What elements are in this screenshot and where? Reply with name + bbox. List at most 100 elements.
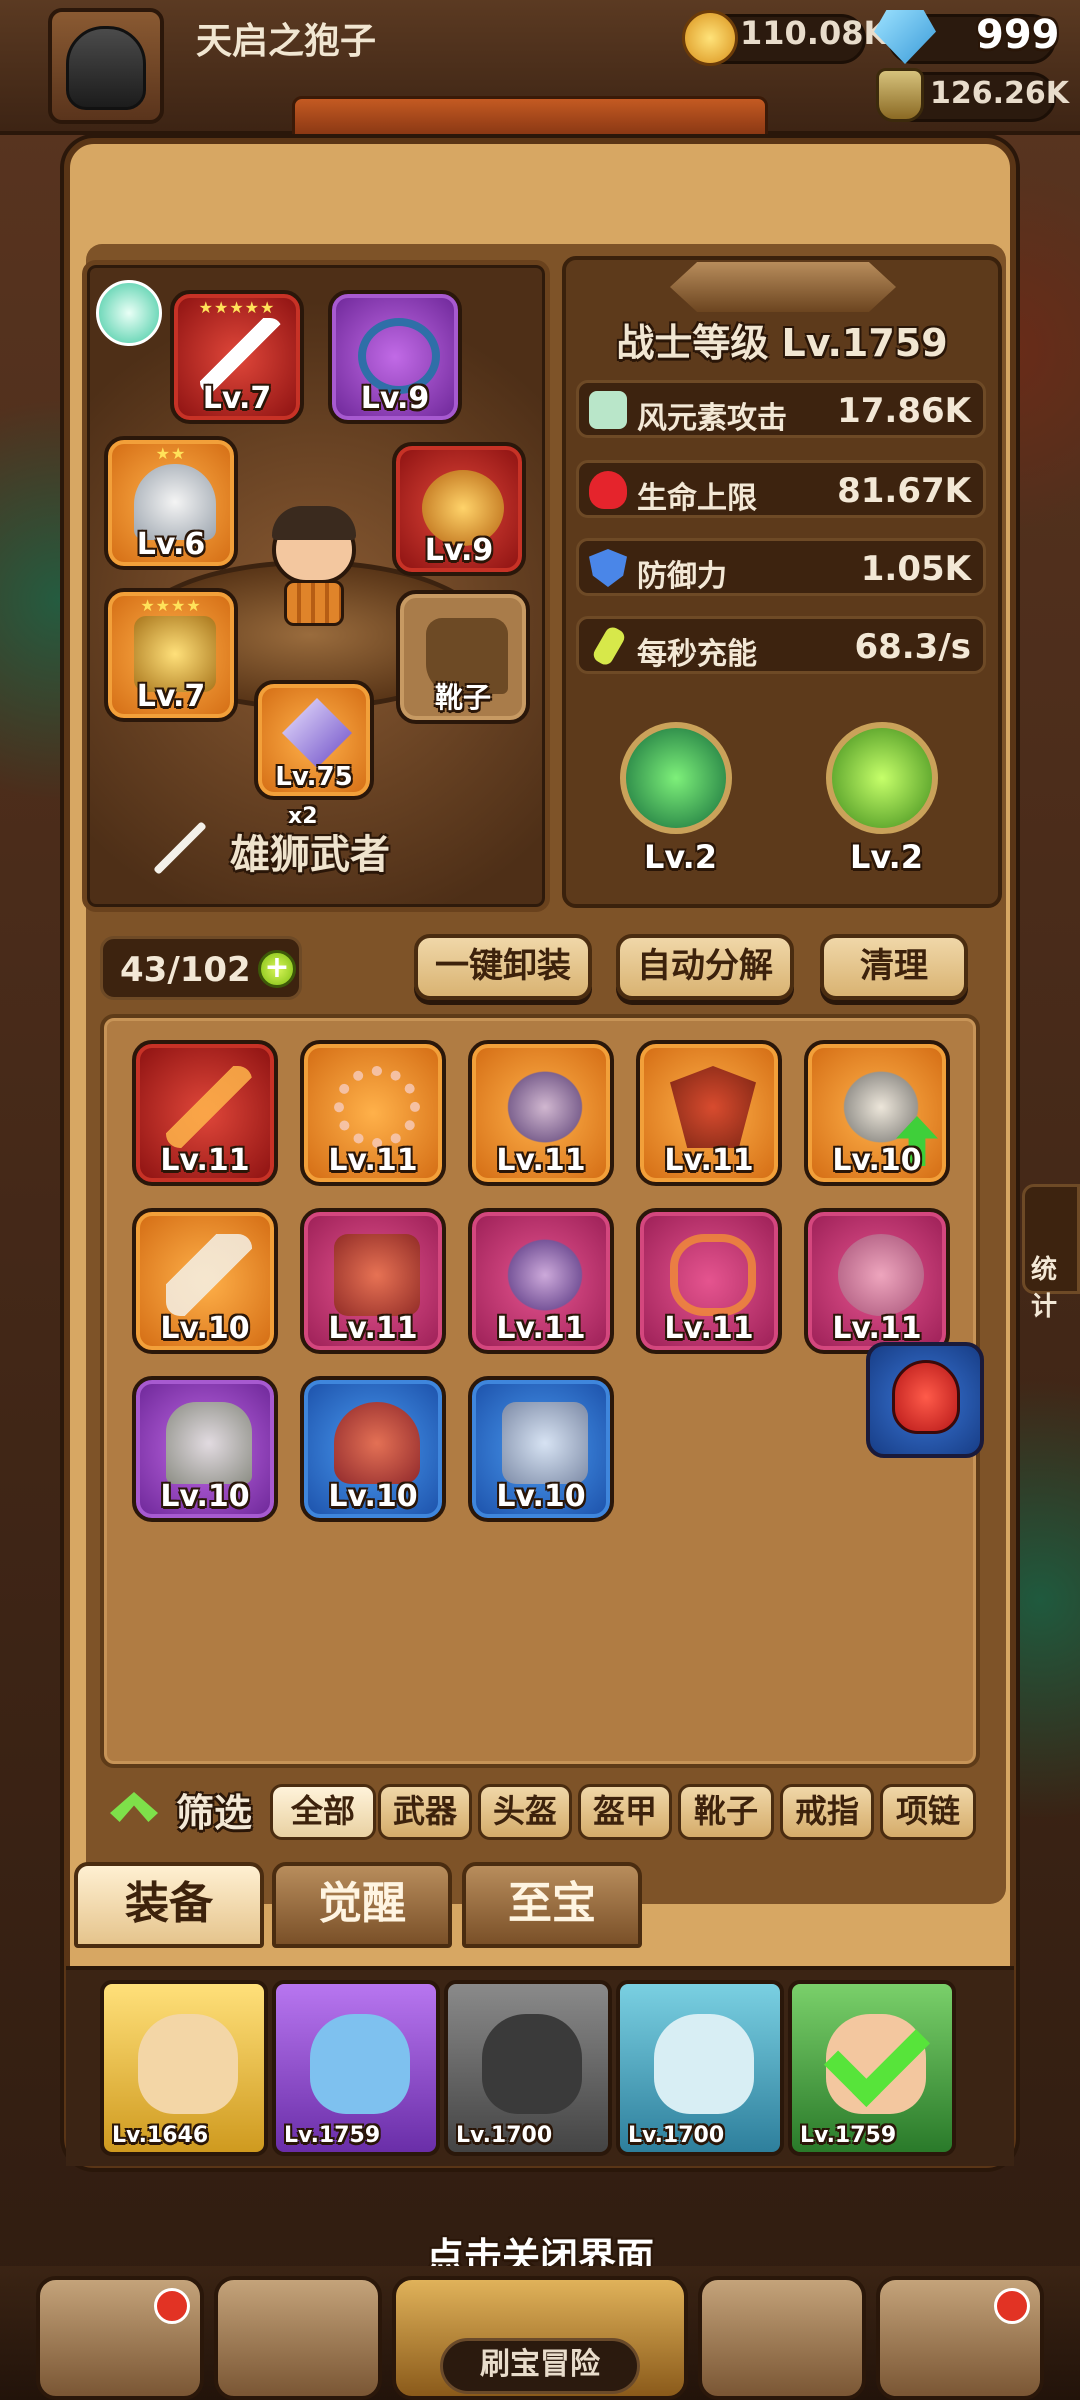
hero-face: [654, 2014, 754, 2114]
filter-chip-weapon[interactable]: 武器: [378, 1784, 472, 1840]
skill-2[interactable]: [826, 722, 938, 834]
inventory-item[interactable]: Lv.10: [468, 1376, 614, 1522]
item-level: Lv.10: [496, 1479, 586, 1514]
rank-diamonds: [670, 262, 896, 312]
filter-chip-helmet[interactable]: 头盔: [478, 1784, 572, 1840]
warrior-level: 战士等级 Lv.1759: [616, 321, 948, 365]
hero-card[interactable]: Lv.1759: [272, 1980, 440, 2156]
crab-armor-icon: [334, 1402, 420, 1484]
stats-label: 统计: [1031, 1255, 1058, 1322]
floating-pet-button[interactable]: [866, 1342, 984, 1458]
inventory-item[interactable]: Lv.11: [468, 1040, 614, 1186]
item-level: Lv.10: [160, 1311, 250, 1346]
player-avatar[interactable]: [48, 8, 164, 124]
inventory-item[interactable]: Lv.10: [132, 1376, 278, 1522]
inventory-item[interactable]: Lv.10: [804, 1040, 950, 1186]
item-level: Lv.11: [328, 1143, 418, 1178]
filter-chip-necklace[interactable]: 项链: [880, 1784, 976, 1840]
stat-label: 防御力: [637, 559, 727, 594]
stat-row-wind-attack: 风元素攻击 17.86K: [576, 380, 986, 438]
tab-treasure[interactable]: 至宝: [462, 1862, 642, 1948]
shield-icon: [589, 549, 627, 587]
crystal-ring-icon: [838, 1234, 924, 1316]
filter-chip-ring[interactable]: 戒指: [780, 1784, 874, 1840]
hero-card-level: Lv.1759: [800, 2123, 897, 2148]
inventory-item[interactable]: Lv.11: [300, 1040, 446, 1186]
helmet-icon: [66, 26, 146, 110]
player-name: 天启之狍子: [196, 21, 377, 62]
nav-hero-button[interactable]: [214, 2276, 382, 2400]
inventory-item[interactable]: Lv.11: [300, 1208, 446, 1354]
armor-level: Lv.7: [136, 679, 206, 714]
add-capacity-button[interactable]: +: [258, 950, 296, 988]
jar-icon: [876, 68, 924, 122]
boots-slot-label: 靴子: [434, 681, 491, 714]
inventory-item[interactable]: Lv.11: [132, 1040, 278, 1186]
item-level: Lv.11: [496, 1143, 586, 1178]
filter-chip-all[interactable]: 全部: [270, 1784, 376, 1840]
item-level: Lv.11: [496, 1311, 586, 1346]
stat-value: 68.3/s: [854, 627, 971, 667]
stat-value: 17.86K: [837, 391, 971, 431]
tab-equipment[interactable]: 装备: [74, 1862, 264, 1948]
helmet-stars: ★★: [155, 444, 187, 463]
hero-card[interactable]: Lv.1646: [100, 1980, 268, 2156]
necklace-level: Lv.9: [360, 381, 430, 416]
skill-1[interactable]: [620, 722, 732, 834]
item-level: Lv.10: [328, 1479, 418, 1514]
hero-card[interactable]: Lv.1700: [616, 1980, 784, 2156]
helmet-item-icon: [166, 1402, 252, 1484]
equip-slot-weapon[interactable]: ★★★★★ Lv.7: [170, 290, 304, 424]
gold-coin-icon: [682, 10, 738, 66]
hero-character: [266, 506, 362, 626]
pendant-icon: [502, 1066, 588, 1148]
helmet-level: Lv.6: [136, 527, 206, 562]
equip-slot-boots-empty[interactable]: 靴子: [396, 590, 530, 724]
clean-button[interactable]: 清理: [820, 934, 968, 1000]
energy-icon: [590, 624, 628, 668]
filter-chip-armor[interactable]: 盔甲: [578, 1784, 672, 1840]
filter-chip-boots[interactable]: 靴子: [678, 1784, 774, 1840]
auto-decompose-button[interactable]: 自动分解: [616, 934, 794, 1000]
skill-1-level: Lv.2: [644, 838, 718, 876]
tab-awaken[interactable]: 觉醒: [272, 1862, 452, 1948]
inventory-item[interactable]: Lv.11: [636, 1040, 782, 1186]
equip-slot-armor[interactable]: ★★★★ Lv.7: [104, 588, 238, 722]
equip-slot-ring[interactable]: Lv.9: [392, 442, 526, 576]
nav-forge-button[interactable]: [876, 2276, 1044, 2400]
hero-card-level: Lv.1646: [112, 2123, 209, 2148]
armor-item-icon: [334, 1234, 420, 1316]
nav-shop-button[interactable]: [36, 2276, 204, 2400]
rope-necklace-icon: [670, 1234, 756, 1316]
hero-card-level: Lv.1700: [456, 2123, 553, 2148]
jar-amount: 126.26K: [930, 76, 1070, 111]
wind-attack-icon: [589, 391, 627, 429]
equip-slot-necklace[interactable]: Lv.9: [328, 290, 462, 424]
stat-row-defense: 防御力 1.05K: [576, 538, 986, 596]
inventory-item[interactable]: Lv.10: [300, 1376, 446, 1522]
item-level: Lv.11: [664, 1311, 754, 1346]
stat-row-max-hp: 生命上限 81.67K: [576, 460, 986, 518]
inventory-item[interactable]: Lv.10: [132, 1208, 278, 1354]
hero-card-selected[interactable]: Lv.1759: [788, 1980, 956, 2156]
inventory-item[interactable]: Lv.11: [804, 1208, 950, 1354]
unequip-all-button[interactable]: 一键卸装: [414, 934, 592, 1000]
hero-face: [310, 2014, 410, 2114]
hero-hair: [272, 506, 356, 540]
hero-card[interactable]: Lv.1700: [444, 1980, 612, 2156]
nav-bag-button[interactable]: [698, 2276, 866, 2400]
hero-card-level: Lv.1759: [284, 2123, 381, 2148]
side-stats-button[interactable]: 统计: [1022, 1184, 1080, 1322]
notification-dot: [994, 2288, 1030, 2324]
ring-level: Lv.9: [424, 533, 494, 568]
filter-label: 筛选: [176, 1791, 253, 1835]
equip-slot-gem[interactable]: Lv.75: [254, 680, 374, 800]
gem-level: Lv.75: [275, 762, 353, 792]
inventory-item[interactable]: Lv.11: [468, 1208, 614, 1354]
gold-amount: 110.08K: [740, 14, 889, 52]
red-pet-icon: [892, 1360, 960, 1434]
inventory-item[interactable]: Lv.11: [636, 1208, 782, 1354]
equip-slot-helmet[interactable]: ★★ Lv.6: [104, 436, 238, 570]
stat-value: 81.67K: [837, 471, 971, 511]
item-level: Lv.11: [832, 1311, 922, 1346]
